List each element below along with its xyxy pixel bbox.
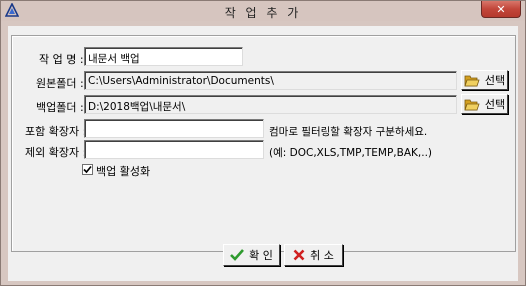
backup-folder-label: 백업폴더 : [36,101,84,114]
open-folder-icon [464,99,480,110]
enable-backup-checkbox[interactable] [82,164,93,175]
backup-browse-button[interactable]: 선택 [461,94,508,114]
exclude-ext-input[interactable] [84,140,264,159]
source-folder-input[interactable]: C:\Users\Administrator\Documents\ [84,71,457,90]
source-browse-label: 선택 [484,74,506,87]
close-button[interactable]: ✕ [481,1,521,18]
source-browse-button[interactable]: 선택 [461,70,508,90]
cancel-button[interactable]: 취 소 [284,244,343,266]
exclude-ext-label: 제외 확장자 : [25,146,87,159]
job-name-label: 작 업 명 : [39,53,84,66]
window-title: 작 업 추 가 [224,6,302,20]
dialog-body: 작 업 명 : 내문서 백업 원본폴더 : C:\Users\Administr… [8,26,518,281]
include-ext-input[interactable] [84,119,264,138]
x-icon [293,249,305,261]
cancel-label: 취 소 [310,249,334,262]
settings-group: 작 업 명 : 내문서 백업 원본폴더 : C:\Users\Administr… [11,35,516,252]
close-icon: ✕ [496,2,506,16]
include-ext-hint: 컴마로 필터링할 확장자 구분하세요. [269,126,428,138]
checkmark-icon [83,165,92,174]
job-name-input[interactable]: 내문서 백업 [84,47,243,66]
backup-folder-input[interactable]: D:\2018백업\내문서\ [84,95,457,114]
checkmark-icon [230,249,245,261]
backup-browse-label: 선택 [484,98,506,111]
enable-backup-label: 백업 활성화 [96,165,151,178]
exclude-ext-hint: (예: DOC,XLS,TMP,TEMP,BAK,..) [269,147,432,159]
ok-button[interactable]: 확 인 [223,244,280,266]
source-folder-label: 원본폴더 : [36,77,84,90]
title-bar[interactable]: 작 업 추 가 ✕ [1,1,525,21]
dialog-window: 작 업 추 가 ✕ 작 업 명 : 내문서 백업 원본폴더 : C:\Users… [0,0,526,286]
ok-label: 확 인 [249,249,273,262]
open-folder-icon [464,75,480,86]
include-ext-label: 포함 확장자 : [25,125,87,138]
